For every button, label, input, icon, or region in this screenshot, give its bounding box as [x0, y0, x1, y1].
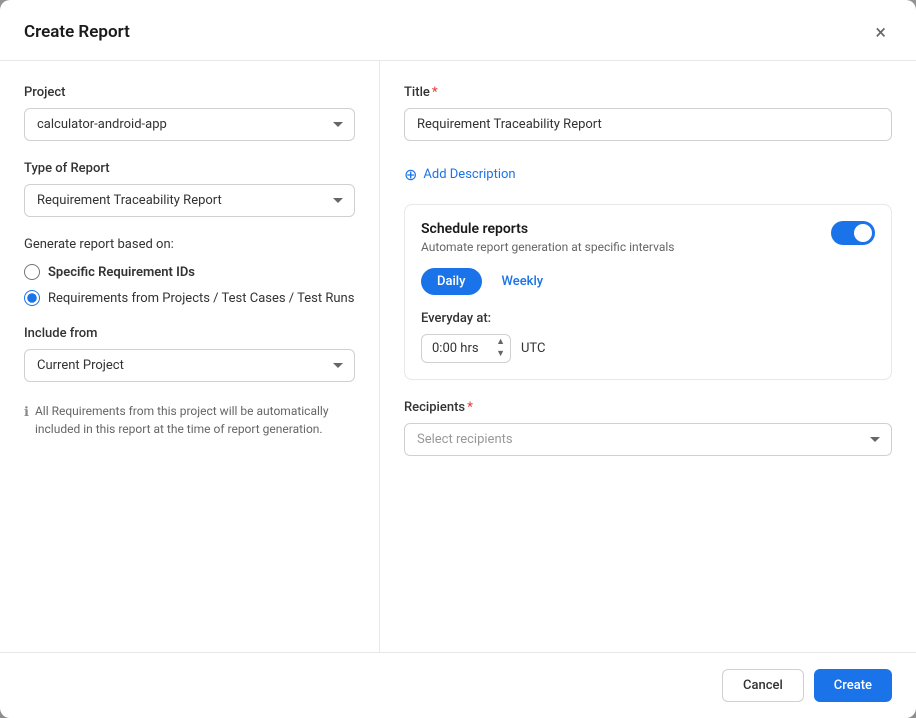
radio-specific[interactable]: Specific Requirement IDs	[24, 264, 355, 280]
schedule-info: Schedule reports Automate report generat…	[421, 221, 674, 254]
info-text: ℹ All Requirements from this project wil…	[24, 402, 355, 438]
include-from-field-group: Include from Current Project	[24, 326, 355, 382]
report-type-select[interactable]: Requirement Traceability Report	[24, 184, 355, 217]
close-button[interactable]: ×	[869, 20, 892, 44]
schedule-header: Schedule reports Automate report generat…	[421, 221, 875, 254]
time-input-wrap: ▲ ▼	[421, 334, 511, 363]
recipients-select[interactable]: Select recipients	[404, 423, 892, 456]
tab-daily[interactable]: Daily	[421, 268, 482, 295]
schedule-title: Schedule reports	[421, 221, 674, 237]
specific-radio-label: Specific Requirement IDs	[48, 265, 195, 280]
info-text-content: All Requirements from this project will …	[35, 402, 355, 438]
include-from-select[interactable]: Current Project	[24, 349, 355, 382]
dialog-body: Project calculator-android-app Type of R…	[0, 61, 916, 652]
project-field-group: Project calculator-android-app	[24, 85, 355, 141]
dialog-title: Create Report	[24, 22, 130, 42]
time-down-spinner[interactable]: ▼	[494, 349, 507, 360]
dialog-footer: Cancel Create	[0, 652, 916, 718]
everyday-label: Everyday at:	[421, 311, 875, 326]
time-spinners: ▲ ▼	[494, 337, 507, 360]
add-description-label: Add Description	[423, 167, 515, 182]
schedule-toggle[interactable]	[831, 221, 875, 245]
cancel-button[interactable]: Cancel	[722, 669, 804, 702]
requirements-radio[interactable]	[24, 290, 40, 306]
title-field-group: Title*	[404, 85, 892, 141]
plus-icon: ⊕	[404, 165, 417, 184]
tab-weekly[interactable]: Weekly	[486, 268, 560, 295]
report-type-field-group: Type of Report Requirement Traceability …	[24, 161, 355, 217]
left-panel: Project calculator-android-app Type of R…	[0, 61, 380, 652]
schedule-card: Schedule reports Automate report generat…	[404, 204, 892, 380]
project-label: Project	[24, 85, 355, 100]
report-type-label: Type of Report	[24, 161, 355, 176]
specific-radio[interactable]	[24, 264, 40, 280]
title-required: *	[432, 85, 438, 100]
right-panel: Title* ⊕ Add Description Schedule report…	[380, 61, 916, 652]
recipients-field-group: Recipients* Select recipients	[404, 400, 892, 456]
generate-field-group: Generate report based on: Specific Requi…	[24, 237, 355, 306]
info-icon: ℹ	[24, 403, 29, 423]
recipients-required: *	[467, 400, 473, 415]
time-up-spinner[interactable]: ▲	[494, 337, 507, 348]
dialog-header: Create Report ×	[0, 0, 916, 61]
add-description-button[interactable]: ⊕ Add Description	[404, 161, 516, 188]
create-report-dialog: Create Report × Project calculator-andro…	[0, 0, 916, 718]
include-from-label: Include from	[24, 326, 355, 341]
schedule-tab-group: Daily Weekly	[421, 268, 875, 295]
schedule-description: Automate report generation at specific i…	[421, 240, 674, 254]
title-input[interactable]	[404, 108, 892, 141]
create-button[interactable]: Create	[814, 669, 892, 702]
requirements-radio-label: Requirements from Projects / Test Cases …	[48, 291, 354, 306]
time-row: ▲ ▼ UTC	[421, 334, 875, 363]
radio-group: Specific Requirement IDs Requirements fr…	[24, 264, 355, 306]
recipients-label: Recipients*	[404, 400, 892, 415]
timezone-label: UTC	[521, 341, 545, 356]
project-select[interactable]: calculator-android-app	[24, 108, 355, 141]
generate-label: Generate report based on:	[24, 237, 355, 252]
title-label: Title*	[404, 85, 892, 100]
radio-requirements[interactable]: Requirements from Projects / Test Cases …	[24, 290, 355, 306]
toggle-slider	[831, 221, 875, 245]
